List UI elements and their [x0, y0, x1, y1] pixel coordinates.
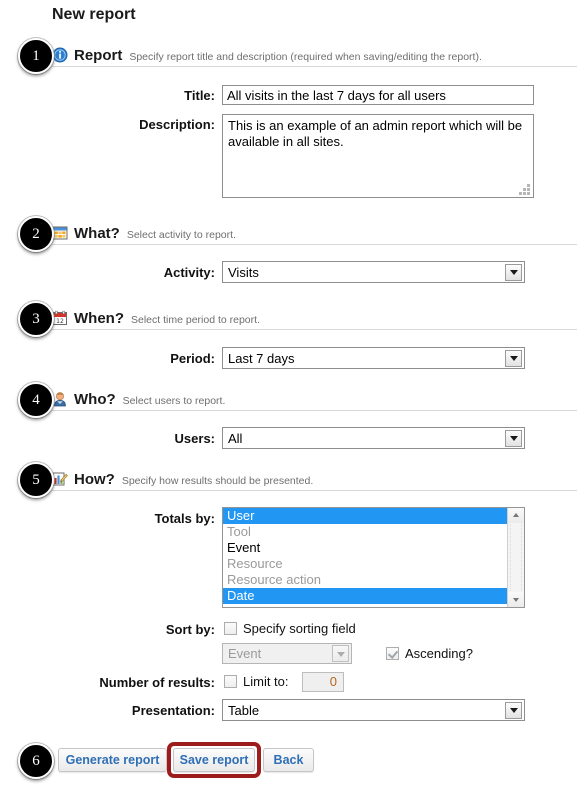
specify-sorting-field-label: Specify sorting field — [243, 621, 356, 636]
description-label: Description: — [139, 117, 215, 132]
list-item[interactable]: Tool — [223, 524, 507, 540]
section-header-who: Who? Select users to report. — [52, 388, 577, 412]
user-icon — [52, 391, 68, 407]
section-title: When? — [74, 310, 124, 327]
callout-badge-3: 3 — [18, 301, 54, 337]
list-item[interactable]: User — [223, 508, 507, 524]
info-icon — [52, 47, 68, 63]
callout-badge-4: 4 — [18, 382, 54, 418]
section-description: Specify how results should be presented. — [121, 475, 314, 487]
ascending-checkbox[interactable] — [386, 647, 399, 660]
description-textarea[interactable] — [222, 114, 534, 198]
callout-badge-1: 1 — [18, 38, 54, 74]
section-divider — [52, 66, 577, 67]
section-divider — [52, 490, 577, 491]
period-select-value: Last 7 days — [228, 350, 295, 366]
table-grid-icon — [52, 225, 68, 241]
list-item[interactable]: Resource — [223, 556, 507, 572]
section-header-report: Report Specify report title and descript… — [52, 44, 577, 68]
presentation-select-value: Table — [228, 702, 260, 718]
limit-to-input[interactable]: 0 — [302, 672, 344, 692]
sort-field-select-value: Event — [228, 646, 262, 661]
totals-by-options: User Tool Event Resource Resource action… — [223, 508, 507, 607]
chevron-down-icon[interactable] — [505, 349, 522, 367]
scroll-down-icon[interactable] — [508, 592, 524, 607]
back-button[interactable]: Back — [263, 748, 314, 772]
chevron-down-icon[interactable] — [505, 429, 522, 447]
callout-badge-2: 2 — [18, 216, 54, 252]
svg-text:12: 12 — [56, 318, 64, 325]
sort-field-select[interactable]: Event — [222, 643, 352, 664]
section-description: Select users to report. — [122, 395, 226, 407]
list-item[interactable]: Resource action — [223, 572, 507, 588]
title-label: Title: — [184, 88, 215, 103]
save-report-button[interactable]: Save report — [173, 748, 255, 772]
limit-to-checkbox[interactable] — [224, 675, 237, 688]
section-title: Report — [74, 47, 123, 64]
section-divider — [52, 329, 577, 330]
page-title: New report — [52, 6, 136, 23]
section-description: Select activity to report. — [126, 229, 236, 241]
period-select[interactable]: Last 7 days — [222, 347, 525, 369]
callout-badge-6: 6 — [18, 743, 54, 779]
section-title: What? — [74, 225, 120, 242]
scrollbar-track[interactable] — [510, 524, 522, 591]
users-label: Users: — [174, 431, 215, 446]
activity-label: Activity: — [163, 265, 215, 280]
section-description: Select time period to report. — [131, 314, 260, 326]
section-title: How? — [74, 471, 115, 488]
calendar-icon: 12 — [52, 310, 68, 326]
callout-badge-5: 5 — [18, 462, 54, 498]
chevron-down-icon[interactable] — [505, 701, 522, 719]
presentation-select[interactable]: Table — [222, 699, 525, 721]
users-select-value: All — [228, 430, 243, 446]
generate-report-button[interactable]: Generate report — [58, 748, 167, 772]
chevron-down-icon[interactable] — [332, 645, 349, 662]
sort-by-label: Sort by: — [165, 622, 215, 637]
chevron-down-icon[interactable] — [505, 263, 522, 281]
scroll-up-icon[interactable] — [508, 508, 524, 523]
section-divider — [52, 410, 577, 411]
section-divider — [52, 244, 577, 245]
list-item[interactable]: Event — [223, 540, 507, 556]
listbox-scrollbar[interactable] — [507, 508, 524, 607]
limit-to-label: Limit to: — [243, 674, 289, 689]
section-description: Specify report title and description (re… — [129, 51, 482, 63]
list-item[interactable]: Date — [223, 588, 507, 604]
totals-by-listbox[interactable]: User Tool Event Resource Resource action… — [222, 507, 525, 608]
section-title: Who? — [74, 391, 116, 408]
chart-pencil-icon — [52, 471, 68, 487]
title-input[interactable] — [222, 85, 534, 105]
ascending-label: Ascending? — [405, 646, 473, 661]
section-header-when: 12 When? Select time period to report. — [52, 307, 577, 331]
specify-sorting-field-checkbox[interactable] — [224, 622, 237, 635]
users-select[interactable]: All — [222, 427, 525, 449]
period-label: Period: — [170, 351, 215, 366]
totals-by-label: Totals by: — [154, 511, 215, 526]
activity-select[interactable]: Visits — [222, 261, 525, 283]
section-header-how: How? Specify how results should be prese… — [52, 468, 577, 492]
section-header-what: What? Select activity to report. — [52, 222, 577, 246]
presentation-label: Presentation: — [131, 703, 215, 718]
activity-select-value: Visits — [228, 264, 259, 280]
number-of-results-label: Number of results: — [99, 675, 215, 690]
